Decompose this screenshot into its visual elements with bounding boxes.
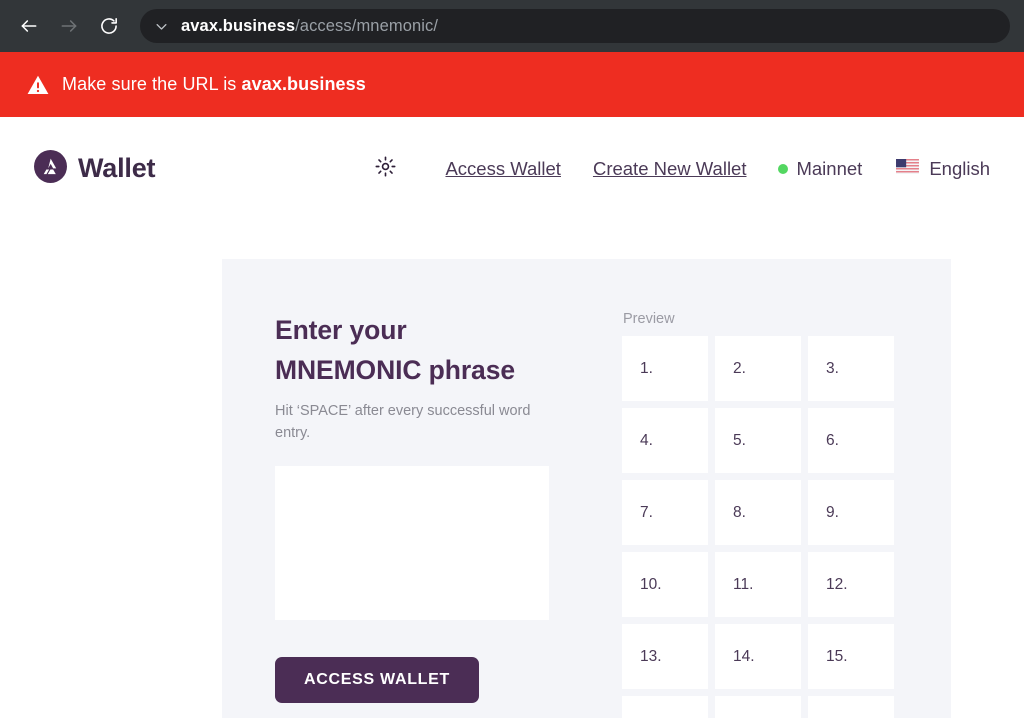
us-flag-icon	[896, 158, 920, 179]
mnemonic-form: Enter your MNEMONIC phrase Hit ‘SPACE’ a…	[222, 259, 622, 718]
preview-cell: 6.	[808, 408, 894, 473]
preview-cell-number: 3.	[826, 359, 839, 377]
url-path: /access/mnemonic/	[295, 16, 439, 35]
preview-cell-number: 15.	[826, 647, 848, 665]
preview-cell: 15.	[808, 624, 894, 689]
theme-toggle-button[interactable]	[365, 149, 405, 189]
language-label: English	[929, 157, 990, 179]
form-hint: Hit ‘SPACE’ after every successful word …	[275, 402, 531, 442]
reload-icon	[99, 16, 119, 36]
back-button[interactable]	[14, 11, 44, 41]
network-label: Mainnet	[796, 157, 863, 179]
warning-text: Make sure the URL is avax.business	[62, 74, 366, 95]
preview-cell-number: 6.	[826, 431, 839, 449]
forward-button[interactable]	[54, 11, 84, 41]
reload-button[interactable]	[94, 11, 124, 41]
brand-logo[interactable]: Wallet	[34, 149, 156, 188]
preview-cell-number: 5.	[733, 431, 746, 449]
forward-arrow-icon	[59, 16, 79, 36]
preview-cell-number: 2.	[733, 359, 746, 377]
nav-link-create-new-wallet[interactable]: Create New Wallet	[577, 158, 763, 180]
page-body: Enter your MNEMONIC phrase Hit ‘SPACE’ a…	[0, 220, 1024, 718]
mnemonic-preview: Preview 1. 2. 3. 4. 5. 6. 7. 8. 9. 10. 11. 12. 13. 14…	[622, 259, 951, 718]
avalanche-logo-icon	[34, 149, 67, 188]
preview-cell-number: 4.	[640, 431, 653, 449]
brand-name: Wallet	[78, 153, 156, 183]
url-warning-banner: Make sure the URL is avax.business	[0, 52, 1024, 117]
preview-cell: 13.	[622, 624, 708, 689]
mnemonic-panel: Enter your MNEMONIC phrase Hit ‘SPACE’ a…	[222, 259, 951, 718]
network-status-dot	[778, 163, 789, 174]
page-title-line1: Enter your	[275, 315, 407, 345]
preview-cell: 1.	[622, 336, 708, 401]
header-nav: Access Wallet Create New Wallet Mainnet …	[365, 149, 990, 189]
site-header: Wallet Access Wallet Create New Wallet M…	[0, 117, 1024, 220]
browser-toolbar: avax.business/access/mnemonic/	[0, 0, 1024, 52]
preview-cell-number: 1.	[640, 359, 653, 377]
preview-cell-number: 11.	[733, 575, 754, 593]
warning-text-prefix: Make sure the URL is	[62, 74, 242, 94]
preview-cell: 4.	[622, 408, 708, 473]
mnemonic-input[interactable]	[275, 466, 549, 621]
url-domain: avax.business	[181, 16, 296, 35]
preview-cell: 14.	[715, 624, 801, 689]
warning-triangle-icon	[26, 73, 50, 97]
address-bar[interactable]: avax.business/access/mnemonic/	[140, 9, 1010, 43]
page-title-line2: MNEMONIC phrase	[275, 355, 515, 386]
network-selector[interactable]: Mainnet	[762, 158, 878, 180]
preview-cell: 5.	[715, 408, 801, 473]
nav-link-access-wallet[interactable]: Access Wallet	[429, 158, 576, 180]
access-wallet-button[interactable]: ACCESS WALLET	[275, 657, 479, 704]
preview-cell: 17.	[715, 696, 801, 718]
language-selector[interactable]: English	[878, 158, 990, 180]
preview-cell: 18.	[808, 696, 894, 718]
warning-domain: avax.business	[241, 74, 366, 94]
preview-cell-number: 9.	[826, 503, 839, 521]
sun-brightness-icon	[374, 155, 397, 183]
preview-cell-number: 13.	[640, 647, 662, 665]
preview-grid: 1. 2. 3. 4. 5. 6. 7. 8. 9. 10. 11. 12. 13. 14. 15. 16. 1…	[622, 336, 921, 718]
preview-cell: 11.	[715, 552, 801, 617]
preview-cell: 12.	[808, 552, 894, 617]
preview-cell-number: 12.	[826, 575, 848, 593]
preview-cell: 2.	[715, 336, 801, 401]
preview-cell: 10.	[622, 552, 708, 617]
preview-cell: 8.	[715, 480, 801, 545]
preview-cell-number: 10.	[640, 575, 662, 593]
address-bar-url: avax.business/access/mnemonic/	[181, 17, 438, 36]
preview-cell: 3.	[808, 336, 894, 401]
preview-cell: 7.	[622, 480, 708, 545]
preview-cell: 16.	[622, 696, 708, 718]
back-arrow-icon	[19, 16, 39, 36]
preview-cell-number: 8.	[733, 503, 746, 521]
page-title: Enter your MNEMONIC phrase	[275, 310, 622, 391]
preview-label: Preview	[623, 311, 675, 327]
preview-cell-number: 14.	[733, 647, 755, 665]
preview-cell: 9.	[808, 480, 894, 545]
preview-cell-number: 7.	[640, 503, 653, 521]
chevron-down-icon[interactable]	[154, 19, 169, 34]
